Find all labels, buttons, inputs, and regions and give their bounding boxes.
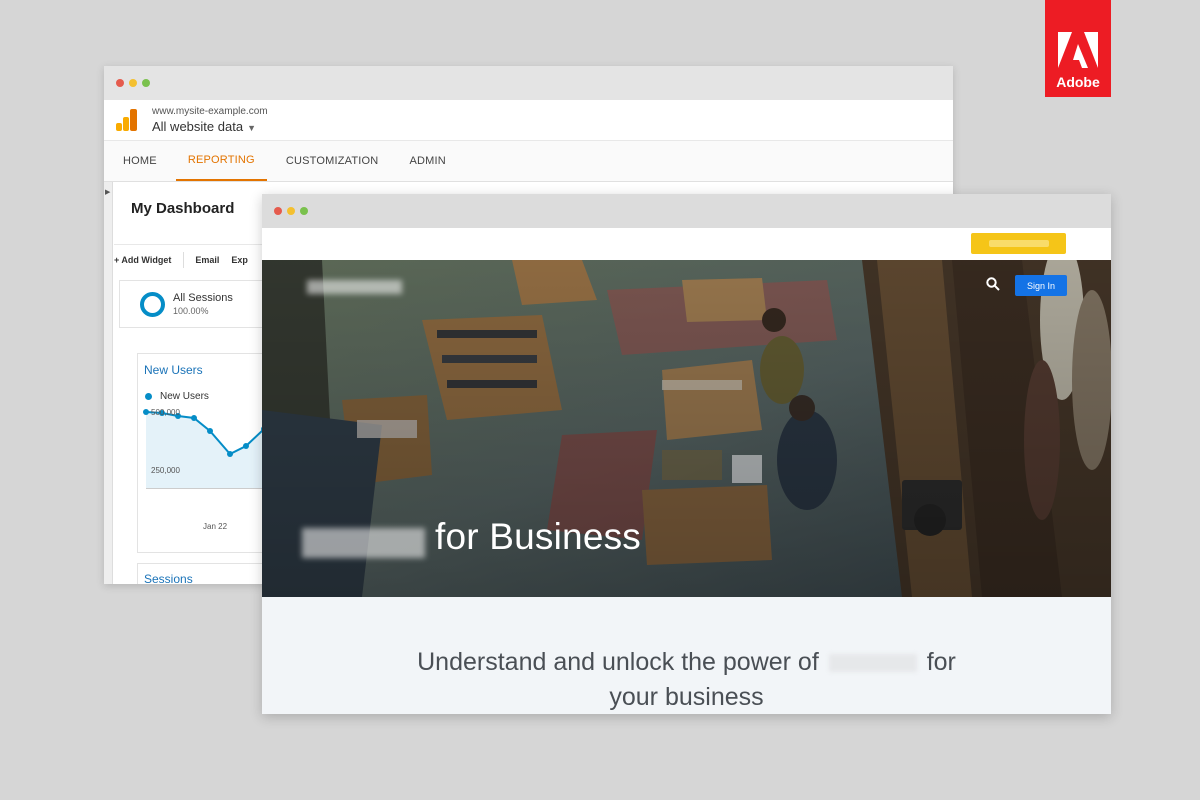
nav-reporting[interactable]: REPORTING xyxy=(175,141,267,181)
sidebar-toggle[interactable]: ▶ xyxy=(104,182,113,584)
toolbar-divider xyxy=(183,251,185,268)
intro-section: Understand and unlock the power of for y… xyxy=(262,597,1111,714)
site-url: www.mysite-example.com xyxy=(152,106,268,117)
minimize-window-button[interactable] xyxy=(287,207,295,215)
x-tick-label: Jan 22 xyxy=(203,522,228,531)
redacted-brand xyxy=(302,528,425,558)
export-button[interactable]: Exp xyxy=(231,255,248,265)
adobe-logo-badge: Adobe xyxy=(1045,0,1111,97)
redacted-brand-name xyxy=(828,654,917,672)
redacted-logo xyxy=(307,280,402,294)
close-window-button[interactable] xyxy=(274,207,282,215)
y-tick-label: 250,000 xyxy=(151,466,180,475)
email-button[interactable]: Email xyxy=(195,255,219,265)
window-titlebar xyxy=(262,194,1111,228)
nav-customization[interactable]: CUSTOMIZATION xyxy=(286,141,379,181)
segment-ring-icon xyxy=(140,291,165,317)
dashboard-toolbar: + Add Widget Email Exp xyxy=(114,244,274,274)
close-window-button[interactable] xyxy=(116,79,124,87)
chevron-right-icon: ▶ xyxy=(105,189,111,196)
hero-banner: Sign In for Business xyxy=(262,260,1111,597)
chart-point[interactable] xyxy=(191,415,197,421)
site-topbar xyxy=(262,228,1111,260)
segment-label: All Sessions xyxy=(173,292,233,304)
chart-point[interactable] xyxy=(143,409,149,415)
promo-cta-button[interactable] xyxy=(971,233,1066,254)
hero-title: for Business xyxy=(435,516,641,557)
caret-down-icon[interactable]: ▼ xyxy=(247,123,256,133)
sessions-title[interactable]: Sessions xyxy=(144,572,193,584)
tagline-line-2: your business xyxy=(609,683,764,711)
intro-tagline: Understand and unlock the power of for y… xyxy=(262,645,1111,714)
nav-home[interactable]: HOME xyxy=(123,141,157,181)
adobe-wordmark: Adobe xyxy=(1056,74,1100,90)
window-titlebar xyxy=(104,66,953,100)
chart-area xyxy=(146,412,278,488)
sign-in-button[interactable]: Sign In xyxy=(1015,275,1067,296)
maximize-window-button[interactable] xyxy=(142,79,150,87)
analytics-logo-icon xyxy=(116,109,138,131)
tagline-start: Understand and unlock the power of xyxy=(417,648,819,676)
analytics-header: www.mysite-example.com All website data ▼ xyxy=(104,100,953,141)
segment-card[interactable]: All Sessions 100.00% xyxy=(119,280,269,328)
y-tick-label: 500,000 xyxy=(151,408,180,417)
add-widget-button[interactable]: + Add Widget xyxy=(114,255,171,265)
tagline-end: for xyxy=(926,648,956,676)
chart-point[interactable] xyxy=(243,443,249,449)
property-select-label: All website data xyxy=(152,119,244,134)
segment-percent: 100.00% xyxy=(173,306,209,316)
redacted-text xyxy=(988,240,1049,247)
chart-legend: New Users xyxy=(145,391,209,402)
chart-point[interactable] xyxy=(227,451,233,457)
legend-dot-icon xyxy=(145,393,152,400)
business-landing-window: Sign In for Business Understand and unlo… xyxy=(262,194,1111,714)
dashboard-title: My Dashboard xyxy=(131,200,235,217)
sessions-widget: Sessions xyxy=(137,563,277,584)
nav-admin[interactable]: ADMIN xyxy=(409,141,445,181)
main-nav: HOME REPORTING CUSTOMIZATION ADMIN xyxy=(104,141,953,182)
adobe-logo-icon xyxy=(1058,32,1098,68)
chart-point[interactable] xyxy=(207,428,213,434)
new-users-title[interactable]: New Users xyxy=(144,363,203,377)
new-users-widget: New Users New Users 500,000 250,000 Jan … xyxy=(137,353,278,553)
legend-label: New Users xyxy=(160,391,209,402)
maximize-window-button[interactable] xyxy=(300,207,308,215)
property-selector[interactable]: www.mysite-example.com All website data ▼ xyxy=(152,106,268,134)
search-icon[interactable] xyxy=(986,277,1000,291)
minimize-window-button[interactable] xyxy=(129,79,137,87)
